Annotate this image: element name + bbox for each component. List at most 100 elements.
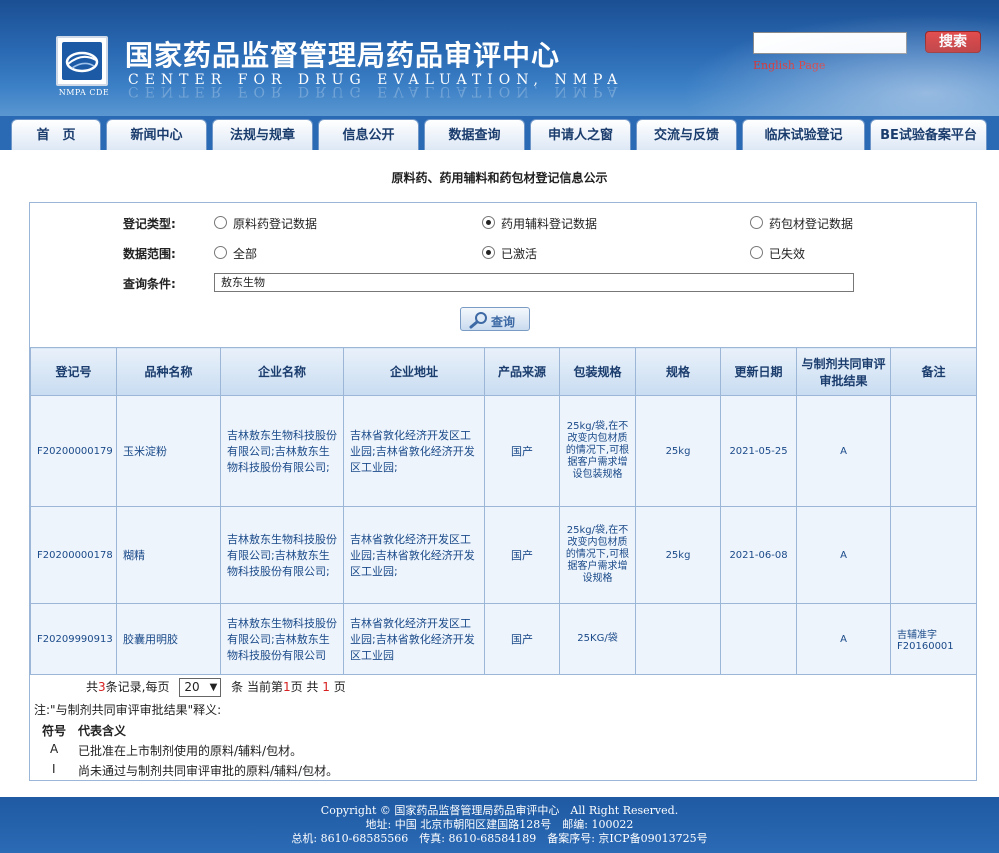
cell-remark: 吉辅准字F20160001	[890, 603, 977, 675]
pager-prefix: 共	[86, 680, 99, 694]
magnifier-icon	[469, 311, 489, 332]
col-header: 更新日期	[720, 347, 797, 396]
query-label: 查询条件:	[123, 277, 176, 291]
scope-option-all: 全部	[233, 247, 258, 261]
logo-caption: NMPA CDE	[58, 88, 110, 97]
pager-of-label: 页 共	[290, 680, 319, 694]
table-row[interactable]: F20209990913 胶囊用明胶 吉林敖东生物科技股份有限公司;吉林敖东生物…	[30, 603, 977, 675]
nav-tab-feedback[interactable]: 交流与反馈	[636, 119, 737, 150]
nav-tab-disclosure[interactable]: 信息公开	[318, 119, 419, 150]
footer-contact: 总机: 8610-68585566 传真: 8610-68584189 备案序号…	[291, 832, 708, 845]
main-nav: 首 页 新闻中心 法规与规章 信息公开 数据查询 申请人之窗 交流与反馈 临床试…	[0, 116, 999, 150]
cell-result: A	[796, 603, 891, 675]
nav-tab-home[interactable]: 首 页	[11, 119, 101, 150]
cell-spec: 25kg	[635, 395, 721, 507]
col-header: 登记号	[30, 347, 117, 396]
cell-date: 2021-05-25	[720, 395, 797, 507]
cell-name: 玉米淀粉	[116, 395, 221, 507]
site-subtitle-reflection: CENTER FOR DRUG EVALUATION, NMPA	[128, 83, 624, 99]
pager-per-label: 条记录,每页	[105, 680, 170, 694]
logo-icon	[65, 51, 99, 73]
table-row[interactable]: F20200000179 玉米淀粉 吉林敖东生物科技股份有限公司;吉林敖东生物科…	[30, 395, 977, 507]
scope-option-active: 已激活	[501, 247, 538, 261]
page-size-value: 20	[184, 680, 200, 694]
scope-radio-all[interactable]	[214, 246, 227, 259]
nav-tab-news[interactable]: 新闻中心	[106, 119, 207, 150]
legend-symbol: I	[52, 762, 56, 776]
cell-name: 糊精	[116, 506, 221, 604]
type-radio-packaging[interactable]	[750, 216, 763, 229]
cell-source: 国产	[484, 603, 560, 675]
cell-package: 25KG/袋	[559, 603, 636, 675]
type-radio-excipient[interactable]	[482, 216, 495, 229]
col-header: 包装规格	[559, 347, 636, 396]
scope-radio-inactive[interactable]	[750, 246, 763, 259]
cell-company: 吉林敖东生物科技股份有限公司;吉林敖东生物科技股份有限公司	[220, 603, 344, 675]
page-title: 原料药、药用辅料和药包材登记信息公示	[391, 171, 608, 185]
footer-address: 地址: 中国 北京市朝阳区建国路128号 邮编: 100022	[365, 818, 634, 831]
type-option-excipient: 药用辅料登记数据	[501, 217, 598, 231]
pagination: 共3条记录,每页 20 ▼ 条 当前第1页 共 1 页	[86, 678, 346, 697]
pager-suffix: 页	[333, 680, 346, 694]
cell-package: 25kg/袋,在不改变内包材质的情况下,可根据客户需求增设规格	[559, 506, 636, 604]
query-button-label: 查询	[491, 315, 516, 329]
english-page-link[interactable]: English Page	[753, 59, 825, 72]
cell-result: A	[796, 506, 891, 604]
cell-source: 国产	[484, 395, 560, 507]
cell-result: A	[796, 395, 891, 507]
site-title: 国家药品监督管理局药品审评中心	[125, 39, 561, 72]
page-size-select[interactable]: 20 ▼	[179, 678, 222, 697]
cell-remark	[890, 506, 977, 604]
col-header: 产品来源	[484, 347, 560, 396]
cde-logo[interactable]	[56, 36, 108, 86]
legend-symbol-header: 符号	[42, 724, 67, 738]
query-button[interactable]: 查询	[460, 307, 530, 331]
cell-source: 国产	[484, 506, 560, 604]
table-header-row: 登记号 品种名称 企业名称 企业地址 产品来源 包装规格 规格 更新日期 与制剂…	[30, 347, 977, 396]
nav-tab-data-query[interactable]: 数据查询	[424, 119, 525, 150]
nav-tab-clinical-trial[interactable]: 临床试验登记	[742, 119, 865, 150]
table-row[interactable]: F20200000178 糊精 吉林敖东生物科技股份有限公司;吉林敖东生物科技股…	[30, 506, 977, 604]
scope-radio-active[interactable]	[482, 246, 495, 259]
cell-remark	[890, 395, 977, 507]
col-header: 企业地址	[343, 347, 485, 396]
cell-reg-no: F20209990913	[30, 603, 117, 675]
cell-package: 25kg/袋,在不改变内包材质的情况下,可根据客户需求增设包装规格	[559, 395, 636, 507]
cell-name: 胶囊用明胶	[116, 603, 221, 675]
cell-reg-no: F20200000178	[30, 506, 117, 604]
cell-date: 2021-06-08	[720, 506, 797, 604]
col-header: 企业名称	[220, 347, 344, 396]
type-label: 登记类型:	[123, 217, 176, 231]
nav-tab-applicant[interactable]: 申请人之窗	[530, 119, 631, 150]
legend-meaning-header: 代表含义	[78, 724, 127, 738]
nav-tab-be-platform[interactable]: BE试验备案平台	[870, 119, 987, 150]
col-header: 备注	[890, 347, 977, 396]
cell-address: 吉林省敦化经济开发区工业园;吉林省敦化经济开发区工业园;	[343, 506, 485, 604]
type-radio-api[interactable]	[214, 216, 227, 229]
query-input[interactable]: 敖东生物	[214, 273, 854, 292]
notes-title: 注:"与制剂共同审评审批结果"释义:	[34, 703, 222, 717]
pager-current-label: 条 当前第	[231, 680, 283, 694]
search-panel: 登记类型: 原料药登记数据 药用辅料登记数据 药包材登记数据 数据范围: 全部 …	[29, 202, 977, 781]
col-header: 品种名称	[116, 347, 221, 396]
scope-option-inactive: 已失效	[769, 247, 806, 261]
legend-meaning: 尚未通过与制剂共同审评审批的原料/辅料/包材。	[78, 764, 339, 778]
cell-spec: 25kg	[635, 506, 721, 604]
nav-tab-regulations[interactable]: 法规与规章	[212, 119, 313, 150]
results-table: 登记号 品种名称 企业名称 企业地址 产品来源 包装规格 规格 更新日期 与制剂…	[30, 347, 977, 675]
pager-current: 1	[282, 680, 291, 694]
pager-pages: 1	[322, 680, 330, 694]
cell-date	[720, 603, 797, 675]
cell-spec	[635, 603, 721, 675]
site-header: NMPA CDE 国家药品监督管理局药品审评中心 CENTER FOR DRUG…	[0, 0, 999, 116]
scope-label: 数据范围:	[123, 247, 176, 261]
footer-copyright: Copyright © 国家药品监督管理局药品审评中心 All Right Re…	[320, 804, 679, 817]
cell-company: 吉林敖东生物科技股份有限公司;吉林敖东生物科技股份有限公司;	[220, 395, 344, 507]
legend-symbol: A	[50, 742, 59, 756]
site-search-input[interactable]	[753, 32, 907, 54]
col-header: 与制剂共同审评审批结果	[796, 347, 891, 396]
chevron-down-icon: ▼	[209, 682, 218, 693]
cell-reg-no: F20200000179	[30, 395, 117, 507]
cell-address: 吉林省敦化经济开发区工业园;吉林省敦化经济开发区工业园;	[343, 395, 485, 507]
site-search-button[interactable]: 搜索	[925, 31, 981, 53]
